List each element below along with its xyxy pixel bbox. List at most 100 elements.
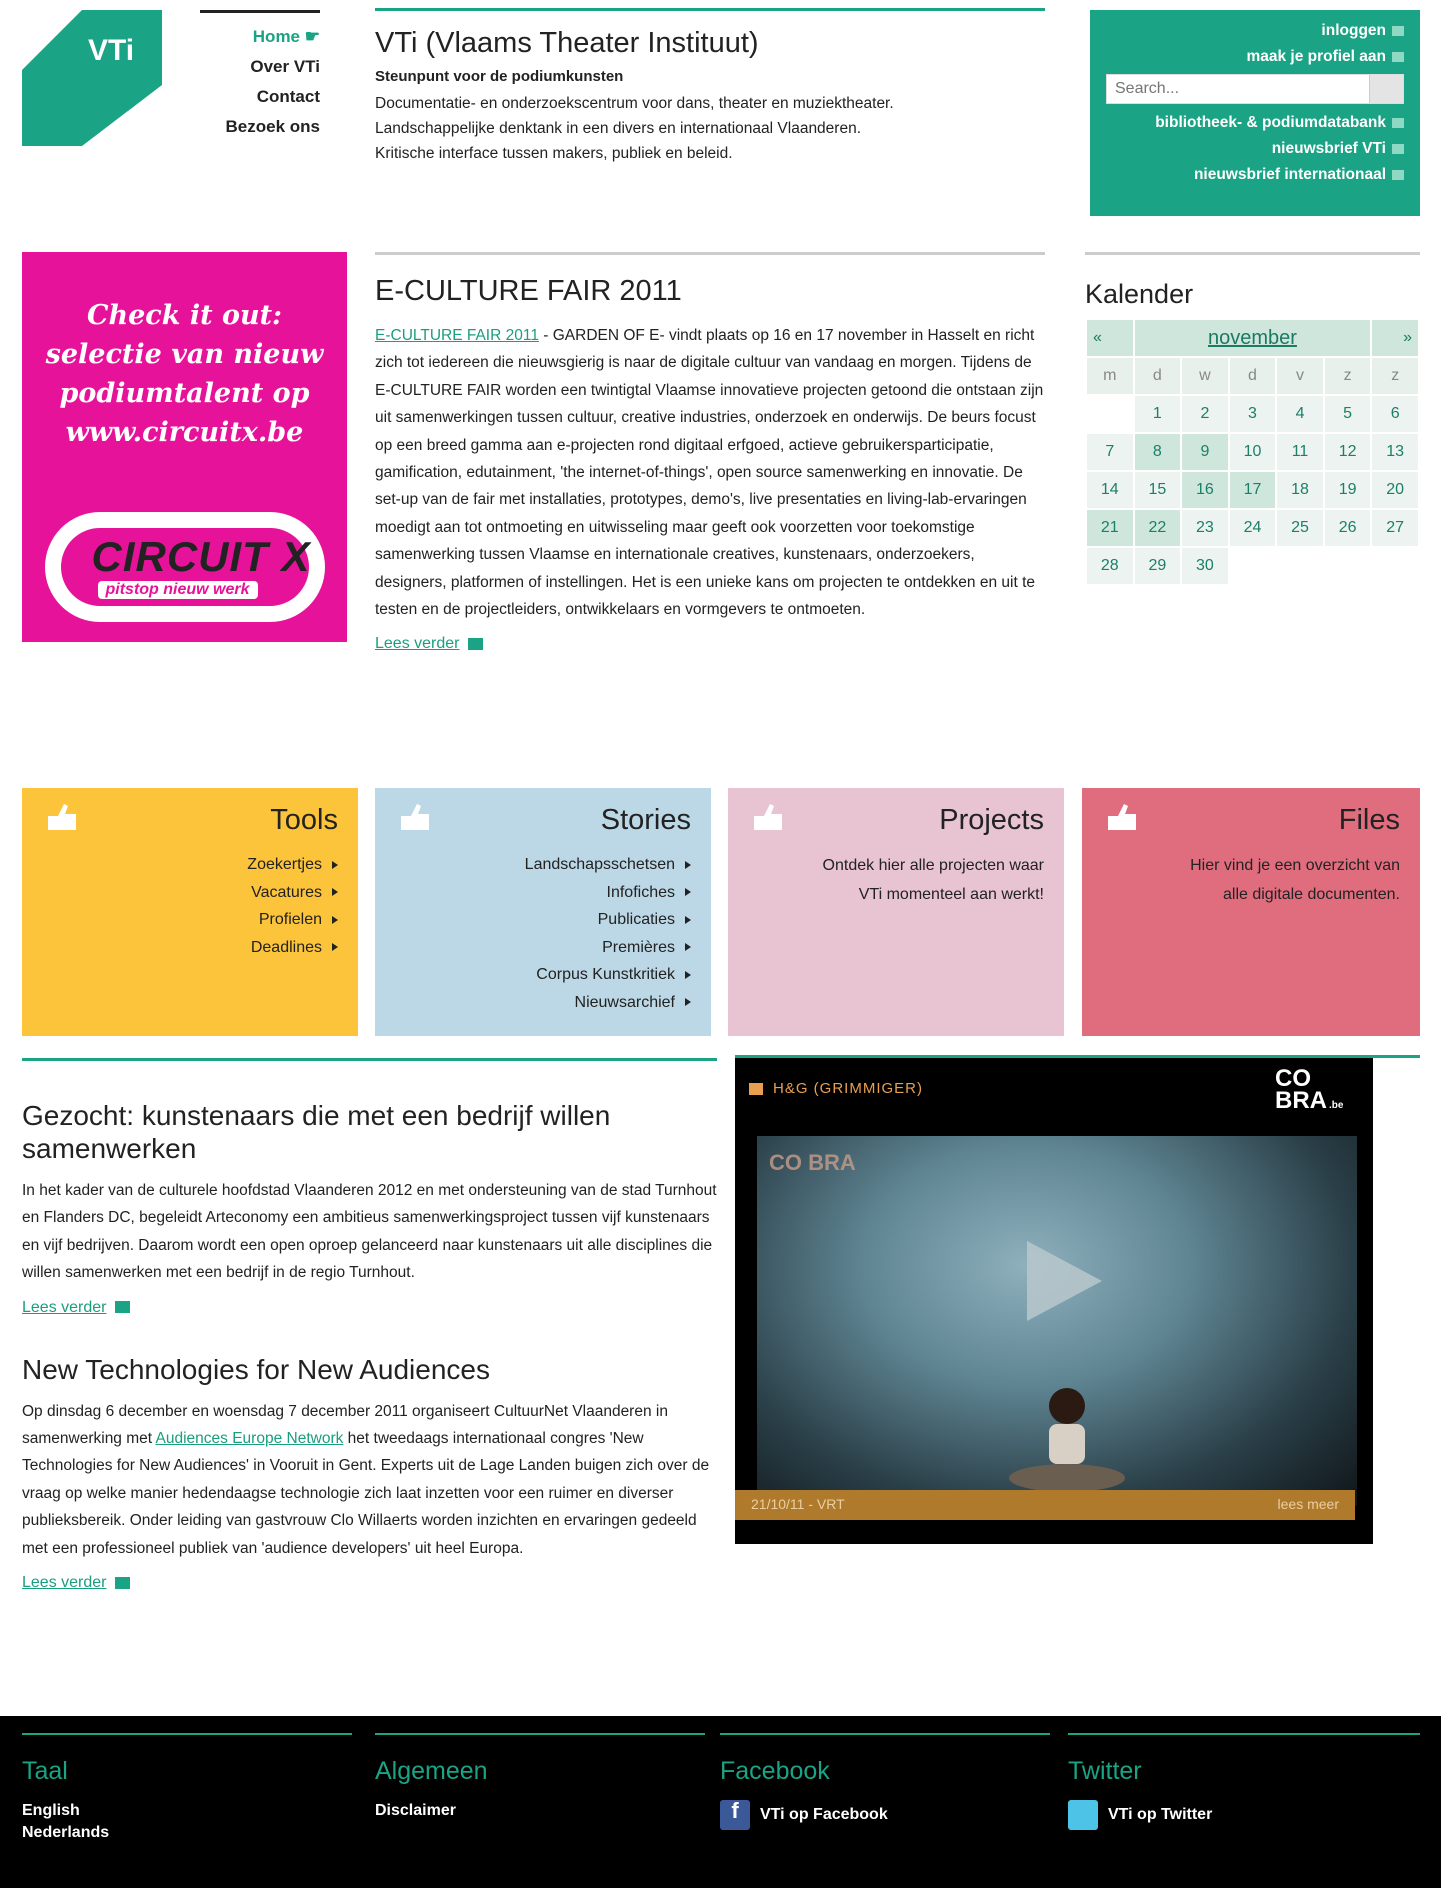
arrow-icon <box>1392 25 1404 36</box>
tile-link[interactable]: Profielen <box>42 906 338 934</box>
language-english[interactable]: English <box>22 1800 352 1822</box>
calendar-day[interactable]: 2 <box>1180 394 1230 434</box>
calendar-day[interactable]: 14 <box>1085 470 1135 510</box>
tile-link[interactable]: Publicaties <box>395 906 691 934</box>
tile-files[interactable]: Files Hier vind je een overzicht van all… <box>1082 788 1420 1036</box>
calendar-day[interactable]: 27 <box>1370 508 1420 548</box>
tile-link[interactable]: Deadlines <box>42 934 338 962</box>
calendar-table: « november » m d w d v z z 1 2 3 4 5 6 7… <box>1085 318 1420 586</box>
login-link[interactable]: inloggen <box>1106 22 1404 40</box>
audiences-europe-link[interactable]: Audiences Europe Network <box>156 1430 344 1447</box>
feature-read-more[interactable]: Lees verder <box>375 635 483 653</box>
feature-article: E-CULTURE FAIR 2011 E-CULTURE FAIR 2011 … <box>375 252 1045 653</box>
twitter-icon <box>1068 1800 1098 1830</box>
calendar-prev[interactable]: « <box>1085 318 1135 358</box>
search-input[interactable] <box>1107 75 1369 103</box>
calendar-day[interactable]: 18 <box>1275 470 1325 510</box>
nav-bezoek-ons[interactable]: Bezoek ons <box>200 117 320 137</box>
feature-link[interactable]: E-CULTURE FAIR 2011 <box>375 327 539 344</box>
profile-link[interactable]: maak je profiel aan <box>1106 48 1404 66</box>
promo-line: podiumtalent op <box>59 378 310 409</box>
calendar-day[interactable]: 1 <box>1132 394 1183 434</box>
tile-link[interactable]: Landschapsschetsen <box>395 851 691 879</box>
twitter-link[interactable]: VTi op Twitter <box>1068 1800 1420 1830</box>
nav-contact[interactable]: Contact <box>200 87 320 107</box>
tile-title[interactable]: Tools <box>42 804 338 837</box>
calendar-day[interactable]: 17 <box>1227 470 1278 510</box>
video-player[interactable]: H&G (GRIMMIGER) CO BRA .be CO BRA 21/10/1… <box>735 1058 1373 1544</box>
facebook-icon: f <box>720 1800 750 1830</box>
calendar-day[interactable]: 20 <box>1370 470 1420 510</box>
tile-link[interactable]: Corpus Kunstkritiek <box>395 961 691 989</box>
calendar-day[interactable]: 16 <box>1180 470 1230 510</box>
user-panel: inloggen maak je profiel aan bibliotheek… <box>1090 10 1420 216</box>
calendar-day[interactable]: 19 <box>1322 470 1373 510</box>
article-title[interactable]: Gezocht: kunstenaars die met een bedrijf… <box>22 1099 717 1165</box>
feature-heading: E-CULTURE FAIR 2011 <box>375 275 682 307</box>
newsletter-link[interactable]: nieuwsbrief VTi <box>1106 140 1404 158</box>
video-frame[interactable]: CO BRA <box>757 1136 1357 1506</box>
database-link[interactable]: bibliotheek- & podiumdatabank <box>1106 114 1404 132</box>
calendar-day <box>1275 546 1325 586</box>
calendar-day[interactable]: 24 <box>1227 508 1278 548</box>
calendar-day[interactable]: 7 <box>1085 432 1135 472</box>
calendar-day[interactable]: 3 <box>1227 394 1278 434</box>
nav-over-vti[interactable]: Over VTi <box>200 57 320 77</box>
calendar-day[interactable]: 26 <box>1322 508 1373 548</box>
tile-title[interactable]: Stories <box>395 804 691 837</box>
calendar-next[interactable]: » <box>1370 318 1420 358</box>
calendar-day[interactable]: 5 <box>1322 394 1373 434</box>
tile-projects[interactable]: Projects Ontdek hier alle projecten waar… <box>728 788 1064 1036</box>
tile-title[interactable]: Files <box>1102 804 1400 837</box>
tile-text: VTi momenteel aan werkt! <box>858 886 1044 903</box>
calendar-day[interactable]: 13 <box>1370 432 1420 472</box>
facebook-link[interactable]: f VTi op Facebook <box>720 1800 1050 1830</box>
tile-link[interactable]: Zoekertjes <box>42 851 338 879</box>
calendar-day[interactable]: 28 <box>1085 546 1135 586</box>
calendar-day[interactable]: 22 <box>1132 508 1183 548</box>
newsletter-international-link[interactable]: nieuwsbrief internationaal <box>1106 166 1404 184</box>
calendar-day[interactable]: 10 <box>1227 432 1278 472</box>
calendar-day[interactable]: 25 <box>1275 508 1325 548</box>
calendar-month[interactable]: november <box>1132 318 1373 358</box>
calendar-day[interactable]: 12 <box>1322 432 1373 472</box>
calendar-day[interactable]: 15 <box>1132 470 1183 510</box>
tile-text: alle digitale documenten. <box>1222 886 1400 903</box>
vti-logo[interactable]: VTi <box>22 10 162 146</box>
search-button[interactable] <box>1369 75 1403 103</box>
calendar-day[interactable]: 4 <box>1275 394 1325 434</box>
calendar-day[interactable]: 29 <box>1132 546 1183 586</box>
site-title: VTi (Vlaams Theater Instituut) <box>375 27 759 59</box>
tile-tools: Tools Zoekertjes Vacatures Profielen Dea… <box>22 788 358 1036</box>
tile-link[interactable]: Premières <box>395 934 691 962</box>
circuitx-logo: CIRCUIT X pitstop nieuw werk <box>44 512 325 622</box>
tile-link[interactable]: Infofiches <box>395 879 691 907</box>
calendar-day[interactable]: 30 <box>1180 546 1230 586</box>
calendar-day[interactable]: 11 <box>1275 432 1325 472</box>
footer-language: Taal English Nederlands <box>22 1733 352 1844</box>
article-read-more[interactable]: Lees verder <box>22 1574 130 1592</box>
tile-link[interactable]: Nieuwsarchief <box>395 989 691 1017</box>
article-title[interactable]: New Technologies for New Audiences <box>22 1353 717 1386</box>
calendar-day <box>1322 546 1373 586</box>
article-read-more[interactable]: Lees verder <box>22 1299 130 1317</box>
play-icon[interactable] <box>1017 1236 1107 1326</box>
calendar-day[interactable]: 23 <box>1180 508 1230 548</box>
circuitx-promo[interactable]: Check it out: selectie van nieuw podiumt… <box>22 252 347 642</box>
footer-general: Algemeen Disclaimer <box>375 1733 705 1822</box>
disclaimer-link[interactable]: Disclaimer <box>375 1800 705 1822</box>
day-of-week: m <box>1085 356 1135 396</box>
language-dutch[interactable]: Nederlands <box>22 1822 352 1844</box>
calendar-day[interactable]: 21 <box>1085 508 1135 548</box>
day-of-week: v <box>1275 356 1325 396</box>
calendar-day[interactable]: 8 <box>1132 432 1183 472</box>
video-read-more[interactable]: lees meer <box>1278 1496 1339 1512</box>
tile-link[interactable]: Vacatures <box>42 879 338 907</box>
calendar-day[interactable]: 9 <box>1180 432 1230 472</box>
day-of-week: d <box>1132 356 1183 396</box>
calendar-day[interactable]: 6 <box>1370 394 1420 434</box>
nav-home[interactable]: Home ☛ <box>200 27 320 47</box>
article-body: In het kader van de culturele hoofdstad … <box>22 1182 717 1282</box>
calendar: Kalender « november » m d w d v z z 1 2 … <box>1085 252 1420 586</box>
tile-title[interactable]: Projects <box>748 804 1044 837</box>
